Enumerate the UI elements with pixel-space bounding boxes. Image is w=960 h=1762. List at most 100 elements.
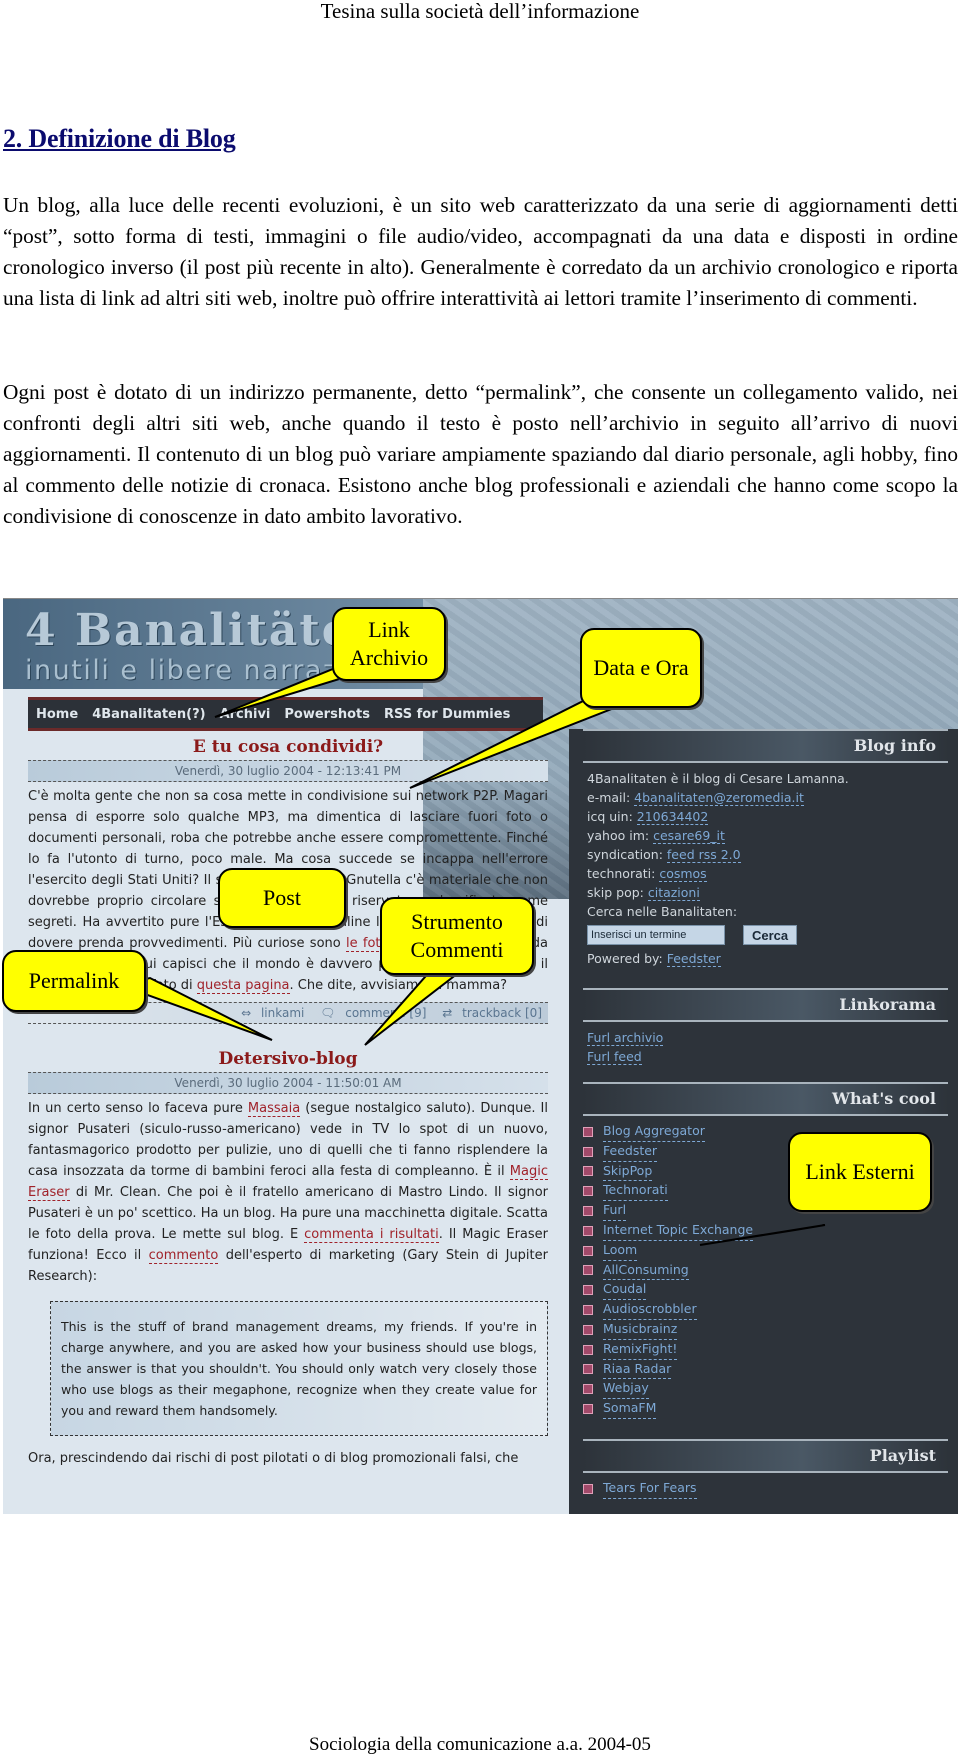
info-label: skip pop: bbox=[587, 885, 648, 900]
furl-archivio-link[interactable]: Furl archivio bbox=[587, 1030, 664, 1046]
bullet-icon bbox=[583, 1364, 593, 1375]
blog-navbar: Home 4Banalitaten(?) Archivi Powershots … bbox=[28, 697, 543, 731]
feedster-link[interactable]: Feedster bbox=[666, 951, 721, 967]
nav-home[interactable]: Home bbox=[36, 707, 78, 722]
info-row: syndication: feed rss 2.0 bbox=[587, 845, 942, 864]
sidebar-heading-blog-info: Blog info bbox=[583, 729, 948, 763]
info-row: technorati: cosmos bbox=[587, 864, 942, 883]
callout-link-esterni: Link Esterni bbox=[788, 1132, 932, 1212]
callout-label: Post bbox=[263, 885, 301, 910]
post-title[interactable]: E tu cosa condividi? bbox=[28, 734, 548, 760]
info-row: yahoo im: cesare69_it bbox=[587, 826, 942, 845]
whats-cool-item: Internet Topic Exchange bbox=[583, 1221, 958, 1241]
info-row: skip pop: citazioni bbox=[587, 883, 942, 902]
external-link[interactable]: Riaa Radar bbox=[603, 1360, 672, 1380]
search-button[interactable]: Cerca bbox=[743, 925, 798, 945]
speech-bubble-icon: 🗨 bbox=[320, 1006, 336, 1020]
external-link[interactable]: Blog Aggregator bbox=[603, 1122, 705, 1142]
bullet-icon bbox=[583, 1186, 593, 1197]
search-input[interactable] bbox=[587, 925, 725, 945]
external-link[interactable]: Furl bbox=[603, 1201, 627, 1221]
external-link[interactable]: SkipPop bbox=[603, 1162, 653, 1182]
linkorama: Furl archivio Furl feed bbox=[569, 1022, 958, 1076]
post-date: Venerdì, 30 luglio 2004 - 11:50:01 AM bbox=[28, 1072, 548, 1094]
bullet-icon bbox=[583, 1285, 593, 1296]
post-title[interactable]: Detersivo-blog bbox=[28, 1046, 548, 1072]
external-link[interactable]: Feedster bbox=[603, 1142, 658, 1162]
paragraph: Un blog, alla luce delle recenti evoluzi… bbox=[3, 193, 958, 310]
post-link[interactable]: questa pagina bbox=[196, 978, 290, 994]
permalink-label: linkami bbox=[260, 1006, 305, 1020]
external-link[interactable]: AllConsuming bbox=[603, 1261, 689, 1281]
nav-rss[interactable]: RSS for Dummies bbox=[384, 707, 510, 722]
bullet-icon bbox=[583, 1384, 593, 1395]
whats-cool-item: Musicbrainz bbox=[583, 1320, 958, 1340]
whats-cool-item: Audioscrobbler bbox=[583, 1300, 958, 1320]
playlist-link[interactable]: Tears For Fears bbox=[603, 1479, 697, 1499]
furl-feed-link[interactable]: Furl feed bbox=[587, 1049, 642, 1065]
bullet-icon bbox=[583, 1126, 593, 1137]
callout-permalink: Permalink bbox=[2, 950, 146, 1012]
bullet-icon bbox=[583, 1206, 593, 1217]
external-link[interactable]: Webjay bbox=[603, 1379, 649, 1400]
rss-link[interactable]: feed rss 2.0 bbox=[666, 847, 741, 863]
callout-label: Data e Ora bbox=[593, 655, 689, 680]
paragraph: Ogni post è dotato di un indirizzo perma… bbox=[3, 380, 958, 528]
nav-about[interactable]: 4Banalitaten(?) bbox=[92, 707, 205, 722]
external-link[interactable]: Coudal bbox=[603, 1280, 647, 1301]
blog-info: 4Banalitaten è il blog di Cesare Lamanna… bbox=[569, 763, 958, 978]
callout-strumento-commenti: Strumento Commenti bbox=[380, 897, 534, 975]
post-link[interactable]: Massaia bbox=[247, 1101, 301, 1117]
nav-powershots[interactable]: Powershots bbox=[284, 707, 370, 722]
info-label: e-mail: bbox=[587, 790, 635, 805]
bullet-icon bbox=[583, 1404, 593, 1415]
powered-label: Powered by: bbox=[587, 951, 667, 966]
info-label: yahoo im: bbox=[587, 828, 654, 843]
yahoo-link[interactable]: cesare69_it bbox=[653, 828, 725, 844]
whats-cool-item: Coudal bbox=[583, 1280, 958, 1301]
callout-link-archivio: Link Archivio bbox=[332, 607, 446, 681]
external-link[interactable]: Loom bbox=[603, 1241, 638, 1261]
nav-archivi[interactable]: Archivi bbox=[220, 707, 271, 722]
post-text: In un certo senso lo faceva pure bbox=[28, 1101, 248, 1116]
technorati-link[interactable]: cosmos bbox=[659, 866, 707, 882]
post-link[interactable]: commento bbox=[148, 1248, 219, 1264]
post-link[interactable]: commenta i risultati bbox=[304, 1227, 439, 1243]
bullet-icon bbox=[583, 1344, 593, 1355]
external-link[interactable]: Technorati bbox=[603, 1181, 668, 1202]
trackback-icon: ⇄ bbox=[442, 1006, 453, 1020]
skippop-link[interactable]: citazioni bbox=[647, 885, 700, 901]
whats-cool-item: Loom bbox=[583, 1241, 958, 1261]
icq-link[interactable]: 210634402 bbox=[636, 809, 709, 825]
post-text: . Che dite, avvisiamo la mamma? bbox=[289, 978, 508, 993]
trackback-button[interactable]: ⇄ trackback [0] bbox=[436, 1006, 542, 1020]
blog-info-intro: 4Banalitaten è il blog di Cesare Lamanna… bbox=[587, 771, 849, 786]
external-link[interactable]: SomaFM bbox=[603, 1399, 657, 1419]
comments-button[interactable]: 🗨 commenti [9] bbox=[314, 1006, 426, 1020]
post-body: In un certo senso lo faceva pure Massaia… bbox=[28, 1098, 548, 1287]
external-link[interactable]: RemixFight! bbox=[603, 1340, 678, 1360]
callout-label: Strumento Commenti bbox=[410, 909, 504, 962]
post-date: Venerdì, 30 luglio 2004 - 12:13:41 PM bbox=[28, 760, 548, 782]
bullet-icon bbox=[583, 1225, 593, 1236]
email-link[interactable]: 4banalitaten@zeromedia.it bbox=[634, 790, 804, 806]
blog-screenshot: 4 Banalitäten inutili e libere narrazion… bbox=[3, 598, 958, 1514]
external-link[interactable]: Internet Topic Exchange bbox=[603, 1221, 754, 1241]
post-body: Ora, prescindendo dai rischi di post pil… bbox=[28, 1451, 519, 1466]
whats-cool-item: AllConsuming bbox=[583, 1261, 958, 1281]
whats-cool-item: RemixFight! bbox=[583, 1340, 958, 1360]
section-title: 2. Definizione di Blog bbox=[3, 124, 236, 153]
comments-label: commenti [9] bbox=[345, 1006, 427, 1020]
search-label: Cerca nelle Banalitaten: bbox=[587, 904, 738, 919]
external-link[interactable]: Audioscrobbler bbox=[603, 1300, 697, 1320]
page-footer: Sociologia della comunicazione a.a. 2004… bbox=[309, 1734, 651, 1755]
bullet-icon bbox=[583, 1245, 593, 1256]
info-label: icq uin: bbox=[587, 809, 637, 824]
permalink-button[interactable]: ⇔ linkami bbox=[235, 1006, 304, 1020]
powered-by: Powered by: Feedster bbox=[587, 949, 942, 968]
bullet-icon bbox=[583, 1265, 593, 1276]
whats-cool-item: Riaa Radar bbox=[583, 1360, 958, 1380]
trackback-label: trackback [0] bbox=[462, 1006, 542, 1020]
external-link[interactable]: Musicbrainz bbox=[603, 1320, 678, 1340]
callout-label: Permalink bbox=[28, 968, 120, 993]
